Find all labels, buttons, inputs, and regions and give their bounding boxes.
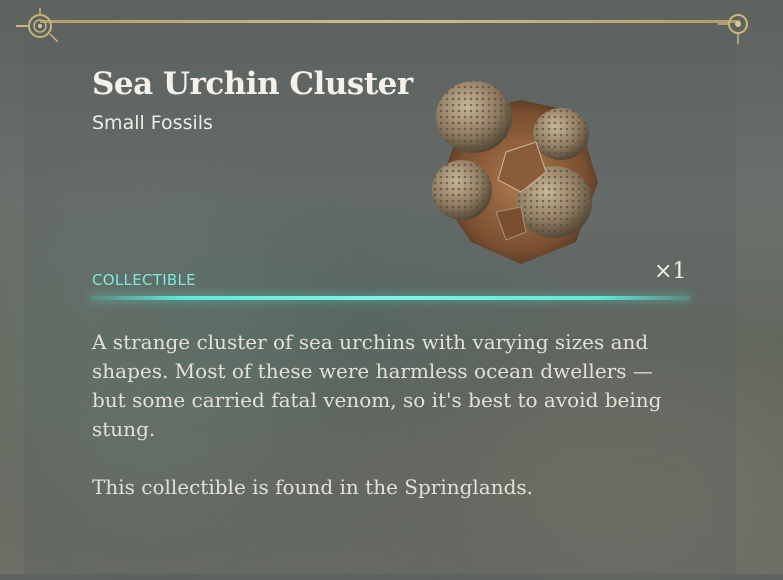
sea-urchin-fossil-icon bbox=[432, 81, 598, 264]
item-title: Sea Urchin Cluster bbox=[92, 66, 413, 102]
item-description: A strange cluster of sea urchins with va… bbox=[92, 330, 662, 441]
ornamental-top-border bbox=[40, 20, 740, 23]
item-category-label: COLLECTIBLE bbox=[92, 271, 196, 289]
item-count: ×1 bbox=[654, 259, 687, 284]
category-divider bbox=[90, 296, 690, 300]
compass-ornament-icon bbox=[718, 14, 748, 44]
item-location-text: This collectible is found in the Springl… bbox=[92, 475, 534, 499]
item-subtitle: Small Fossils bbox=[92, 112, 213, 134]
compass-ornament-icon bbox=[16, 8, 58, 43]
